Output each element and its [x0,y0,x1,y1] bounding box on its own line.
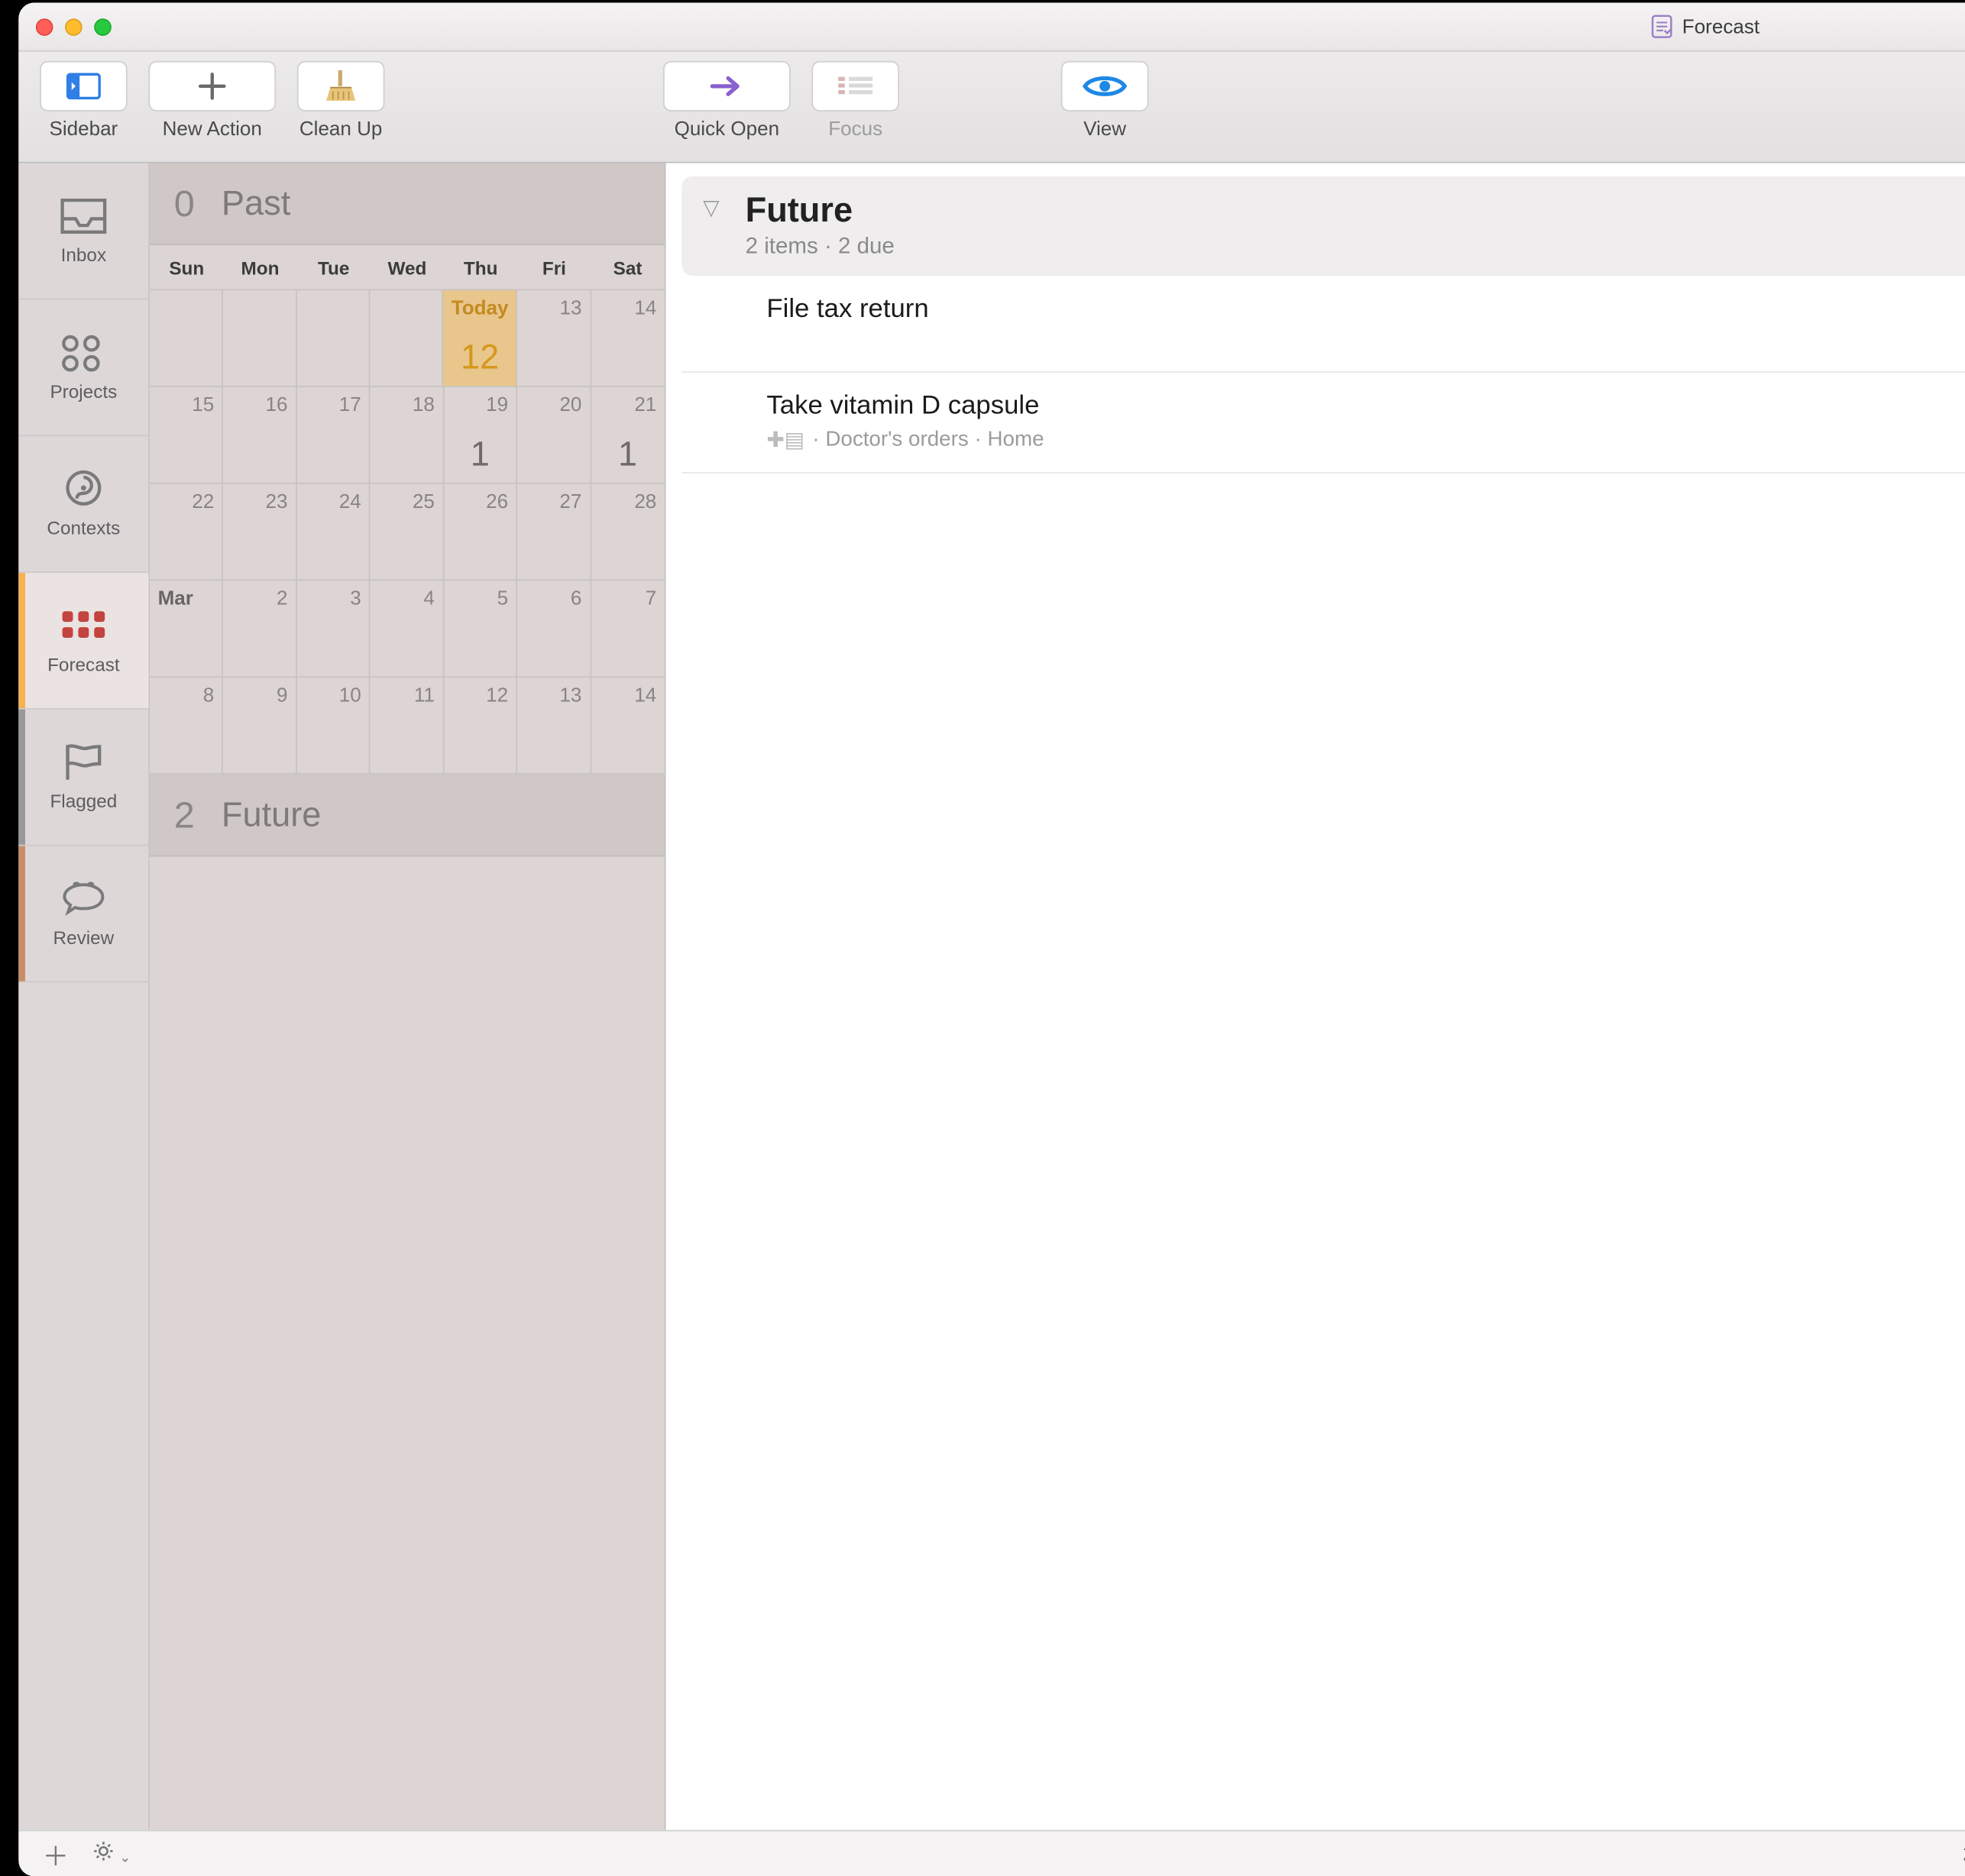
new-action-button[interactable]: New Action [148,61,276,141]
disclosure-triangle-icon[interactable]: ▽ [703,195,719,222]
calendar-day[interactable]: 11 [371,678,444,773]
eye-icon [1083,73,1128,99]
calendar-day[interactable]: 10 [297,678,371,773]
perspective-review[interactable]: Review [18,846,148,983]
calendar-day[interactable]: 17 [297,387,371,483]
dow-label: Mon [223,257,296,278]
calendar-day[interactable] [150,290,223,386]
footer: ＋ ⌄ 2 actions [18,1830,1965,1876]
task-title: File tax return [766,294,1965,325]
calendar-day[interactable]: 27 [517,484,591,580]
window-title: Forecast [1682,15,1759,38]
task-row[interactable]: File tax returnDue 4/15/15 [681,276,1965,373]
calendar-day[interactable]: 2 [223,581,296,676]
calendar-day[interactable]: 13 [518,290,591,386]
calendar-day[interactable]: 5 [444,581,517,676]
calendar-day[interactable]: 12 [444,678,517,773]
calendar-day[interactable]: 7 [591,581,664,676]
perspective-contexts[interactable]: Contexts [18,436,148,573]
main-content: ▽ Future 2 items · 2 due File tax return… [665,163,1965,1830]
calendar-day[interactable]: 23 [223,484,296,580]
dow-label: Thu [444,257,517,278]
calendar-day[interactable]: 15 [150,387,223,483]
app-window: Forecast Sidebar New Action Clean Up Qui… [18,2,1965,1876]
calendar-day[interactable]: 4 [371,581,444,676]
calendar-day[interactable]: 3 [297,581,371,676]
task-list: File tax returnDue 4/15/15Take vitamin D… [665,276,1965,474]
perspectives-sidebar: Inbox Projects Contexts Forecast Flagged… [18,163,150,1830]
calendar-day[interactable] [223,290,296,386]
sidebar-icon [66,73,101,99]
minimize-icon[interactable] [65,18,83,35]
gear-icon [93,1841,115,1862]
forecast-doc-icon [1652,15,1673,38]
past-header[interactable]: 0 Past [150,163,665,246]
settings-gear-button[interactable]: ⌄ [93,1841,131,1868]
forecast-calendar: 0 Past SunMonTueWedThuFriSat Today121314… [150,163,665,1830]
focus-button[interactable]: Focus [809,61,902,141]
perspective-inbox[interactable]: Inbox [18,163,148,300]
calendar-day[interactable] [370,290,443,386]
dow-label: Fri [517,257,591,278]
flag-icon [60,742,107,782]
calendar-day[interactable]: 20 [517,387,591,483]
perspective-forecast[interactable]: Forecast [18,573,148,710]
titlebar: Forecast [18,2,1965,51]
calendar-day[interactable] [296,290,370,386]
calendar-day[interactable]: 8 [150,678,223,773]
calendar-day[interactable]: 191 [444,387,517,483]
calendar-day[interactable]: 211 [591,387,664,483]
calendar-day[interactable]: 26 [444,484,517,580]
calendar-day[interactable]: 9 [223,678,296,773]
calendar-day[interactable]: 22 [150,484,223,580]
review-icon [60,879,107,919]
broom-icon [325,68,357,105]
close-icon[interactable] [36,18,53,35]
task-meta: ✚▤ · Doctor's orders · Home [766,427,1965,454]
calendar-day[interactable]: Today12 [443,290,517,386]
calendar-day[interactable]: 13 [517,678,591,773]
calendar-day[interactable]: 18 [371,387,444,483]
window-controls [36,18,112,35]
note-icon: ✚▤ [766,427,804,454]
footer-summary: 2 actions [665,1842,1965,1865]
zoom-icon[interactable] [94,18,112,35]
quick-open-button[interactable]: Quick Open [663,61,791,141]
dow-label: Tue [297,257,371,278]
inbox-icon [60,196,107,236]
calendar-day[interactable]: Mar [150,581,223,676]
view-button[interactable]: View [1058,61,1151,141]
contexts-icon [60,470,107,509]
calendar-day[interactable]: 14 [591,678,664,773]
projects-icon [60,333,107,373]
toolbar: Sidebar New Action Clean Up Quick Open F… [18,52,1965,163]
calendar-grid: SunMonTueWedThuFriSat Today1213141516171… [150,245,665,775]
calendar-day[interactable]: 25 [371,484,444,580]
arrow-right-icon [708,74,746,98]
forecast-icon [60,606,107,645]
calendar-day[interactable]: 28 [591,484,664,580]
dow-label: Sat [591,257,664,278]
add-perspective-button[interactable]: ＋ [43,1835,70,1873]
dow-label: Wed [371,257,444,278]
calendar-day[interactable]: 16 [223,387,296,483]
dow-label: Sun [150,257,223,278]
future-header[interactable]: 2 Future [150,775,665,857]
perspective-flagged[interactable]: Flagged [18,710,148,846]
sidebar-button[interactable]: Sidebar [37,61,131,141]
group-header-future[interactable]: ▽ Future 2 items · 2 due [681,176,1965,276]
task-row[interactable]: Take vitamin D capsule ✚▤ · Doctor's orde… [681,373,1965,474]
calendar-day[interactable]: 14 [591,290,665,386]
calendar-day[interactable]: 6 [517,581,591,676]
perspective-projects[interactable]: Projects [18,299,148,436]
plus-icon [198,72,227,101]
calendar-day[interactable]: 24 [297,484,371,580]
list-icon [838,76,872,97]
task-title: Take vitamin D capsule [766,391,1965,422]
clean-up-button[interactable]: Clean Up [294,61,387,141]
